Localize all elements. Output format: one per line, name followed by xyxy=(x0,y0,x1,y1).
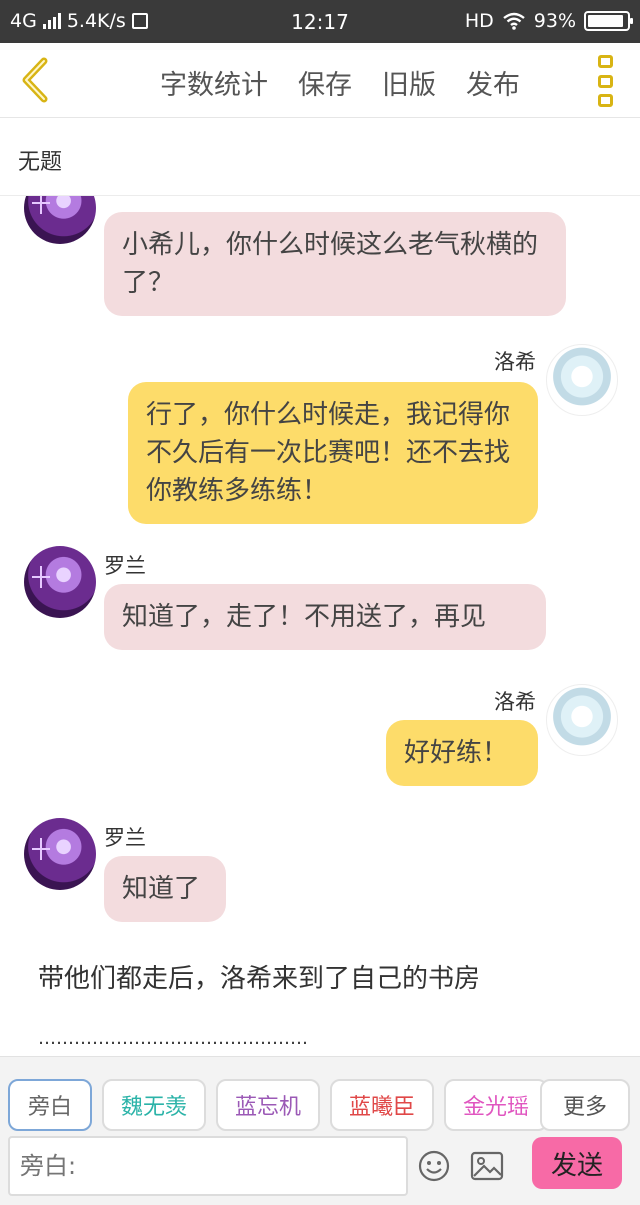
smiley-icon[interactable] xyxy=(418,1150,450,1182)
avatar[interactable] xyxy=(24,546,96,618)
title-row[interactable]: 无题 xyxy=(0,118,640,196)
old-version-button[interactable]: 旧版 xyxy=(382,63,436,102)
send-button[interactable]: 发送 xyxy=(532,1137,622,1189)
speaker-name: 罗兰 xyxy=(104,554,146,578)
role-tab[interactable]: 蓝曦臣 xyxy=(330,1079,434,1131)
message-bubble[interactable]: 好好练！ xyxy=(386,720,538,786)
avatar[interactable] xyxy=(24,196,96,244)
toolbar-actions: 字数统计 保存 旧版 发布 xyxy=(160,63,520,102)
chevron-left-icon xyxy=(22,57,48,103)
role-tab[interactable]: 旁白 xyxy=(8,1079,92,1131)
more-roles-button[interactable]: 更多 xyxy=(540,1079,630,1131)
bottom-panel: 旁白魏无羡蓝忘机蓝曦臣金光瑶 更多 发送 xyxy=(0,1056,640,1205)
avatar[interactable] xyxy=(546,344,618,416)
role-tab[interactable]: 魏无羡 xyxy=(102,1079,206,1131)
message-bubble[interactable]: 知道了，走了！不用送了，再见 xyxy=(104,584,546,650)
narration-text[interactable]: 带他们都走后，洛希来到了自己的书房 xyxy=(38,958,480,995)
speaker-name: 洛希 xyxy=(494,350,536,374)
status-bar: 4G 5.4K/s 12:17 HD 93% xyxy=(0,0,640,43)
more-vertical-icon[interactable] xyxy=(598,55,616,107)
publish-button[interactable]: 发布 xyxy=(466,63,520,102)
hd-label: HD xyxy=(464,10,494,32)
status-right: HD 93% xyxy=(464,10,633,32)
wifi-icon xyxy=(503,12,525,30)
chat-area[interactable]: 小希儿，你什么时候这么老气秋横的了？ 洛希 行了，你什么时候走，我记得你不久后有… xyxy=(0,196,640,1056)
role-tabs: 旁白 魏无羡 蓝忘机 蓝曦臣 金光瑶 xyxy=(8,1079,548,1131)
battery-percent: 93% xyxy=(533,10,576,32)
speaker-name: 罗兰 xyxy=(104,826,146,850)
battery-icon xyxy=(584,11,633,31)
avatar[interactable] xyxy=(24,818,96,890)
role-tab[interactable]: 蓝忘机 xyxy=(216,1079,320,1131)
back-button[interactable] xyxy=(14,55,58,105)
save-button[interactable]: 保存 xyxy=(298,63,352,102)
role-tab[interactable]: 金光瑶 xyxy=(444,1079,548,1131)
message-bubble[interactable]: 知道了 xyxy=(104,856,226,922)
narration-text[interactable]: ……………………………………… xyxy=(38,1028,308,1049)
avatar[interactable] xyxy=(546,684,618,756)
speaker-name: 洛希 xyxy=(494,690,536,714)
document-title[interactable]: 无题 xyxy=(18,144,62,176)
dialogue-input[interactable] xyxy=(8,1136,408,1196)
message-bubble[interactable]: 行了，你什么时候走，我记得你不久后有一次比赛吧！还不去找你教练多练练！ xyxy=(128,382,538,524)
message-bubble[interactable]: 小希儿，你什么时候这么老气秋横的了？ xyxy=(104,212,566,316)
top-toolbar: 字数统计 保存 旧版 发布 xyxy=(0,43,640,118)
word-count-button[interactable]: 字数统计 xyxy=(160,63,268,102)
image-icon[interactable] xyxy=(470,1151,504,1181)
